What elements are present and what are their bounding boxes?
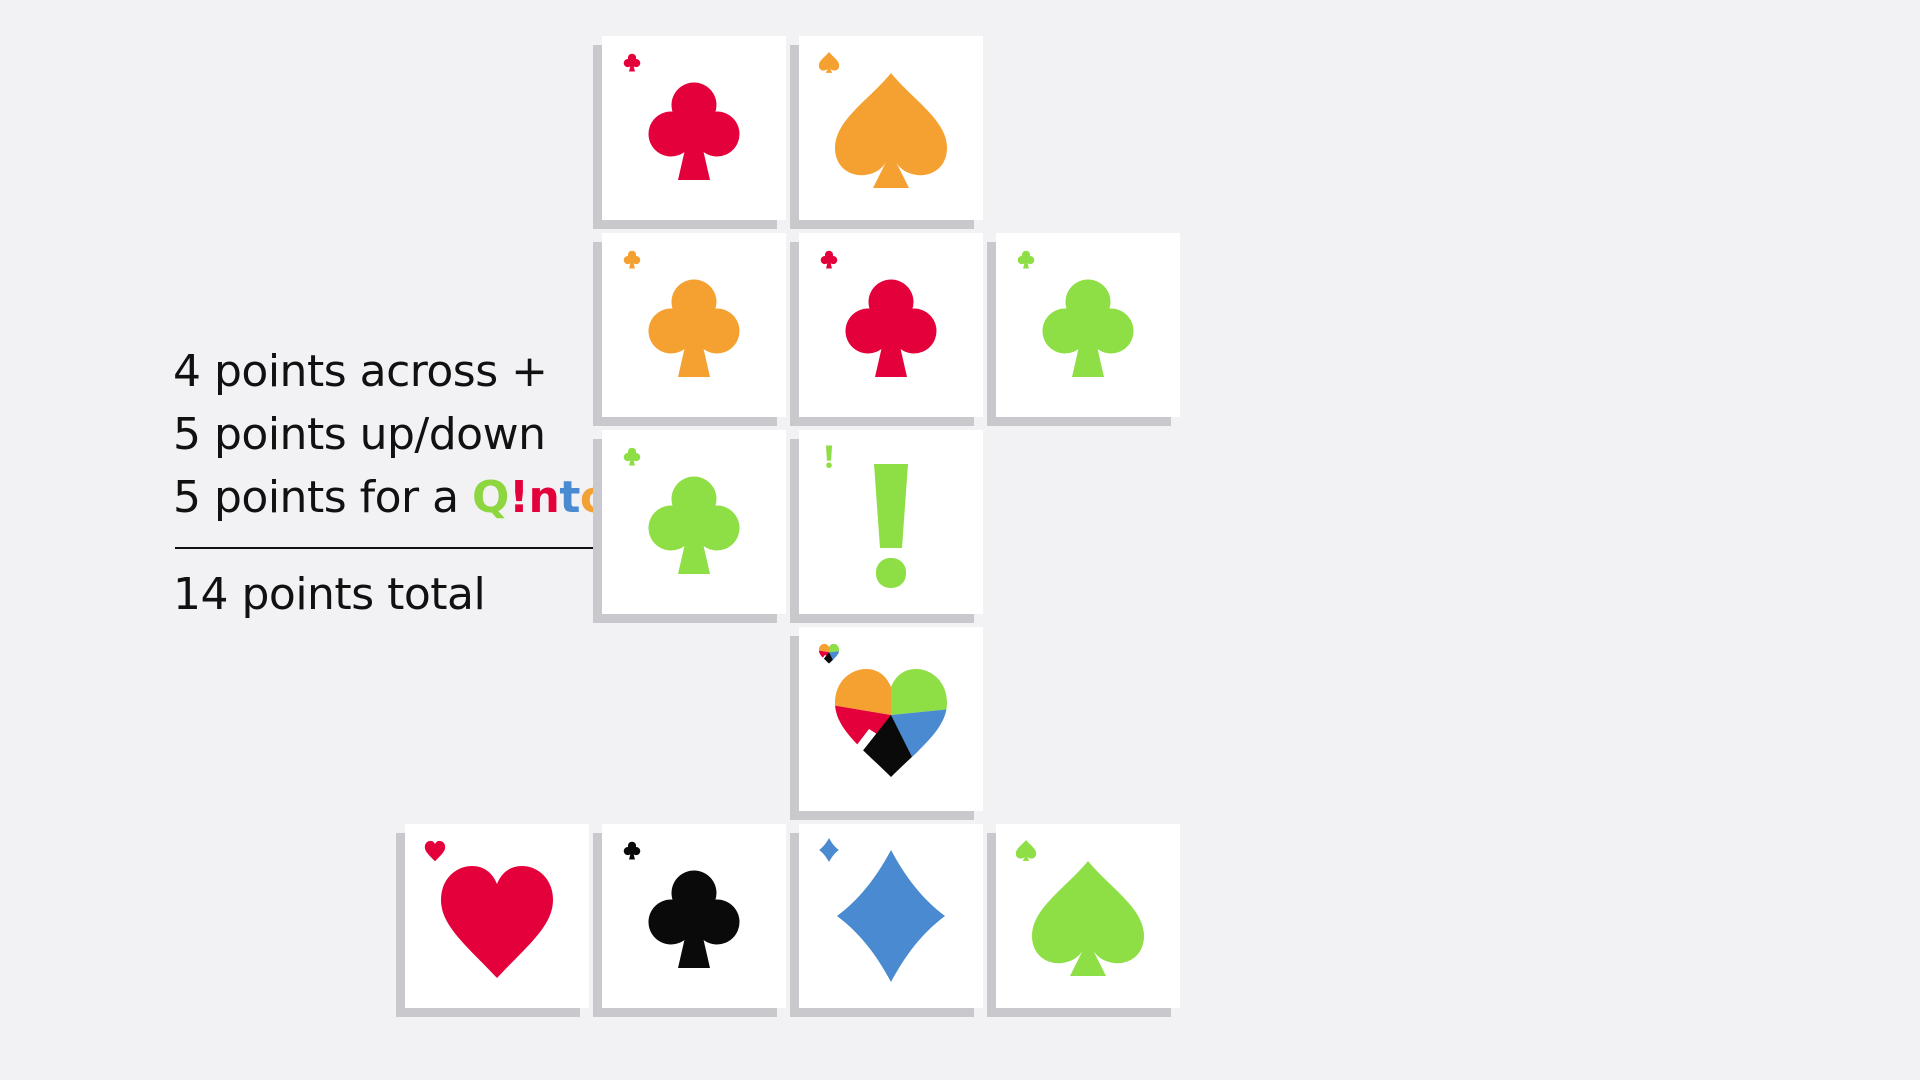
tile-green-club[interactable] [996, 233, 1180, 417]
club-corner-icon [820, 250, 838, 269]
exclamation-corner-icon [825, 445, 833, 468]
tile-red-club[interactable] [602, 36, 786, 220]
multicolor-heart-corner-icon [818, 643, 840, 664]
spade-corner-icon [1015, 840, 1037, 861]
club-corner-icon [623, 250, 641, 269]
score-line-across: 4 points across + [173, 346, 548, 397]
tile-green-exclamation[interactable] [799, 430, 983, 614]
tile-multi-multicolor-heart[interactable] [799, 627, 983, 811]
tile-black-club[interactable] [602, 824, 786, 1008]
club-corner-icon [623, 53, 641, 72]
club-corner-icon [623, 841, 641, 860]
qinto-logo: Q!nto [472, 472, 610, 523]
tile-red-heart[interactable] [405, 824, 589, 1008]
score-divider [175, 547, 651, 549]
score-line-updown: 5 points up/down [173, 409, 546, 460]
score-line-qinto: 5 points for a Q!nto [173, 466, 653, 529]
qinto-letter: n [528, 472, 560, 523]
tile-green-spade[interactable] [996, 824, 1180, 1008]
spade-corner-icon [818, 52, 840, 73]
qinto-letter: t [559, 472, 580, 523]
club-corner-icon [623, 447, 641, 466]
tile-orange-club[interactable] [602, 233, 786, 417]
club-corner-icon [1017, 250, 1035, 269]
heart-corner-icon [424, 840, 446, 862]
diamond-corner-icon [819, 838, 839, 862]
score-summary: 4 points across + 5 points up/down 5 poi… [173, 340, 653, 626]
tile-blue-diamond[interactable] [799, 824, 983, 1008]
qinto-letter: Q [472, 472, 509, 523]
tile-green-club[interactable] [602, 430, 786, 614]
score-total: 14 points total [173, 569, 486, 620]
tile-red-club[interactable] [799, 233, 983, 417]
tile-orange-spade[interactable] [799, 36, 983, 220]
score-line-qinto-prefix: 5 points for a [173, 472, 473, 523]
qinto-letter: ! [508, 472, 529, 523]
